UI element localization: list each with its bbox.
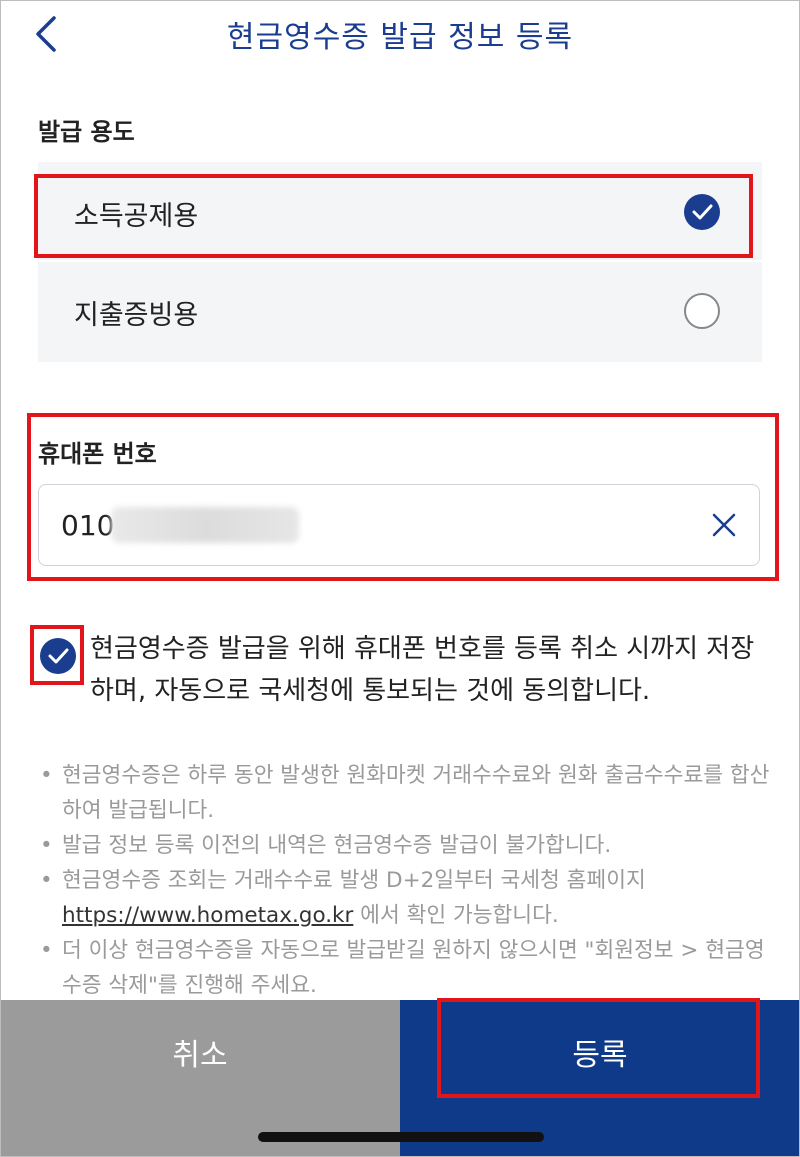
register-label: 등록 (572, 1038, 628, 1073)
page-title: 현금영수증 발급 정보 등록 (226, 20, 574, 55)
home-indicator (258, 1132, 544, 1142)
empty-circle-icon[interactable] (684, 293, 720, 329)
divider (38, 260, 762, 262)
option-label: 소득공제용 (74, 201, 199, 232)
phone-value: 010 (61, 509, 115, 542)
cancel-label: 취소 (172, 1038, 228, 1073)
option-label: 지출증빙용 (74, 300, 199, 331)
phone-input[interactable]: 010 (38, 484, 760, 566)
check-circle-icon[interactable] (684, 194, 720, 230)
notice-item: • 현금영수증은 하루 동안 발생한 원화마켓 거래수수료와 원화 출금수수료를 … (40, 763, 770, 823)
phone-label: 휴대폰 번호 (38, 440, 157, 468)
agree-text: 현금영수증 발급을 위해 휴대폰 번호를 등록 취소 시까지 저장하며, 자동으… (90, 634, 755, 706)
notice-item: • 발급 정보 등록 이전의 내역은 현금영수증 발급이 불가합니다. (40, 833, 612, 858)
agree-checkbox[interactable] (40, 638, 76, 674)
close-icon[interactable] (709, 510, 739, 540)
header: 현금영수증 발급 정보 등록 (0, 0, 800, 70)
blurred-number (111, 507, 299, 543)
option-expense-proof[interactable]: 지출증빙용 (38, 263, 762, 359)
usage-label: 발급 용도 (38, 118, 135, 146)
notice-item: • 현금영수증 조회는 거래수수료 발생 D+2일부터 국세청 홈페이지 http… (40, 868, 646, 928)
option-income-deduction[interactable]: 소득공제용 (38, 164, 762, 260)
usage-option-group: 소득공제용 지출증빙용 (38, 162, 762, 362)
hometax-link[interactable]: https://www.hometax.go.kr (62, 903, 353, 928)
notice-item: • 더 이상 현금영수증을 자동으로 발급받길 원하지 않으시면 "회원정보 > … (40, 938, 765, 998)
notice-list: • 현금영수증은 하루 동안 발생한 원화마켓 거래수수료와 원화 출금수수료를 … (38, 758, 778, 1003)
